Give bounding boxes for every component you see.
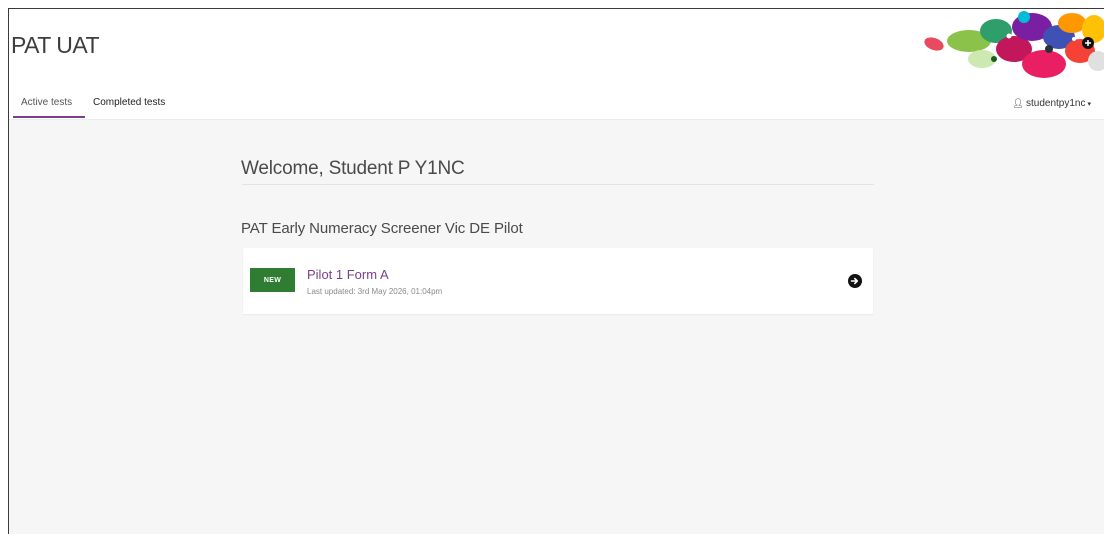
new-badge: NEW	[250, 268, 295, 292]
chevron-down-icon: ▾	[1087, 101, 1091, 108]
active-tab-indicator	[13, 116, 85, 118]
test-name-link[interactable]: Pilot 1 Form A	[307, 267, 389, 282]
app-window: PAT UAT Active tests Completed tests 👤︎ …	[8, 8, 1104, 534]
arrow-right-circle-icon[interactable]	[848, 274, 862, 288]
test-card[interactable]: NEW Pilot 1 Form A Last updated: 3rd May…	[243, 248, 873, 314]
tab-completed-tests[interactable]: Completed tests	[93, 97, 165, 108]
test-group-title: PAT Early Numeracy Screener Vic DE Pilot	[241, 220, 523, 237]
tab-active-tests[interactable]: Active tests	[21, 97, 72, 108]
divider	[242, 184, 874, 185]
welcome-heading: Welcome, Student P Y1NC	[241, 158, 465, 179]
user-icon: 👤︎	[1012, 98, 1024, 108]
brand-decoration	[924, 11, 1104, 78]
app-title: PAT UAT	[11, 32, 100, 58]
nav-bar: Active tests Completed tests 👤︎ studentpy…	[9, 88, 1104, 120]
test-last-updated: Last updated: 3rd May 2026, 01:04pm	[307, 287, 443, 296]
user-menu-dropdown[interactable]: 👤︎ studentpy1nc ▾	[1013, 98, 1091, 109]
header: PAT UAT	[9, 9, 1104, 88]
user-menu-label: studentpy1nc	[1025, 98, 1086, 109]
